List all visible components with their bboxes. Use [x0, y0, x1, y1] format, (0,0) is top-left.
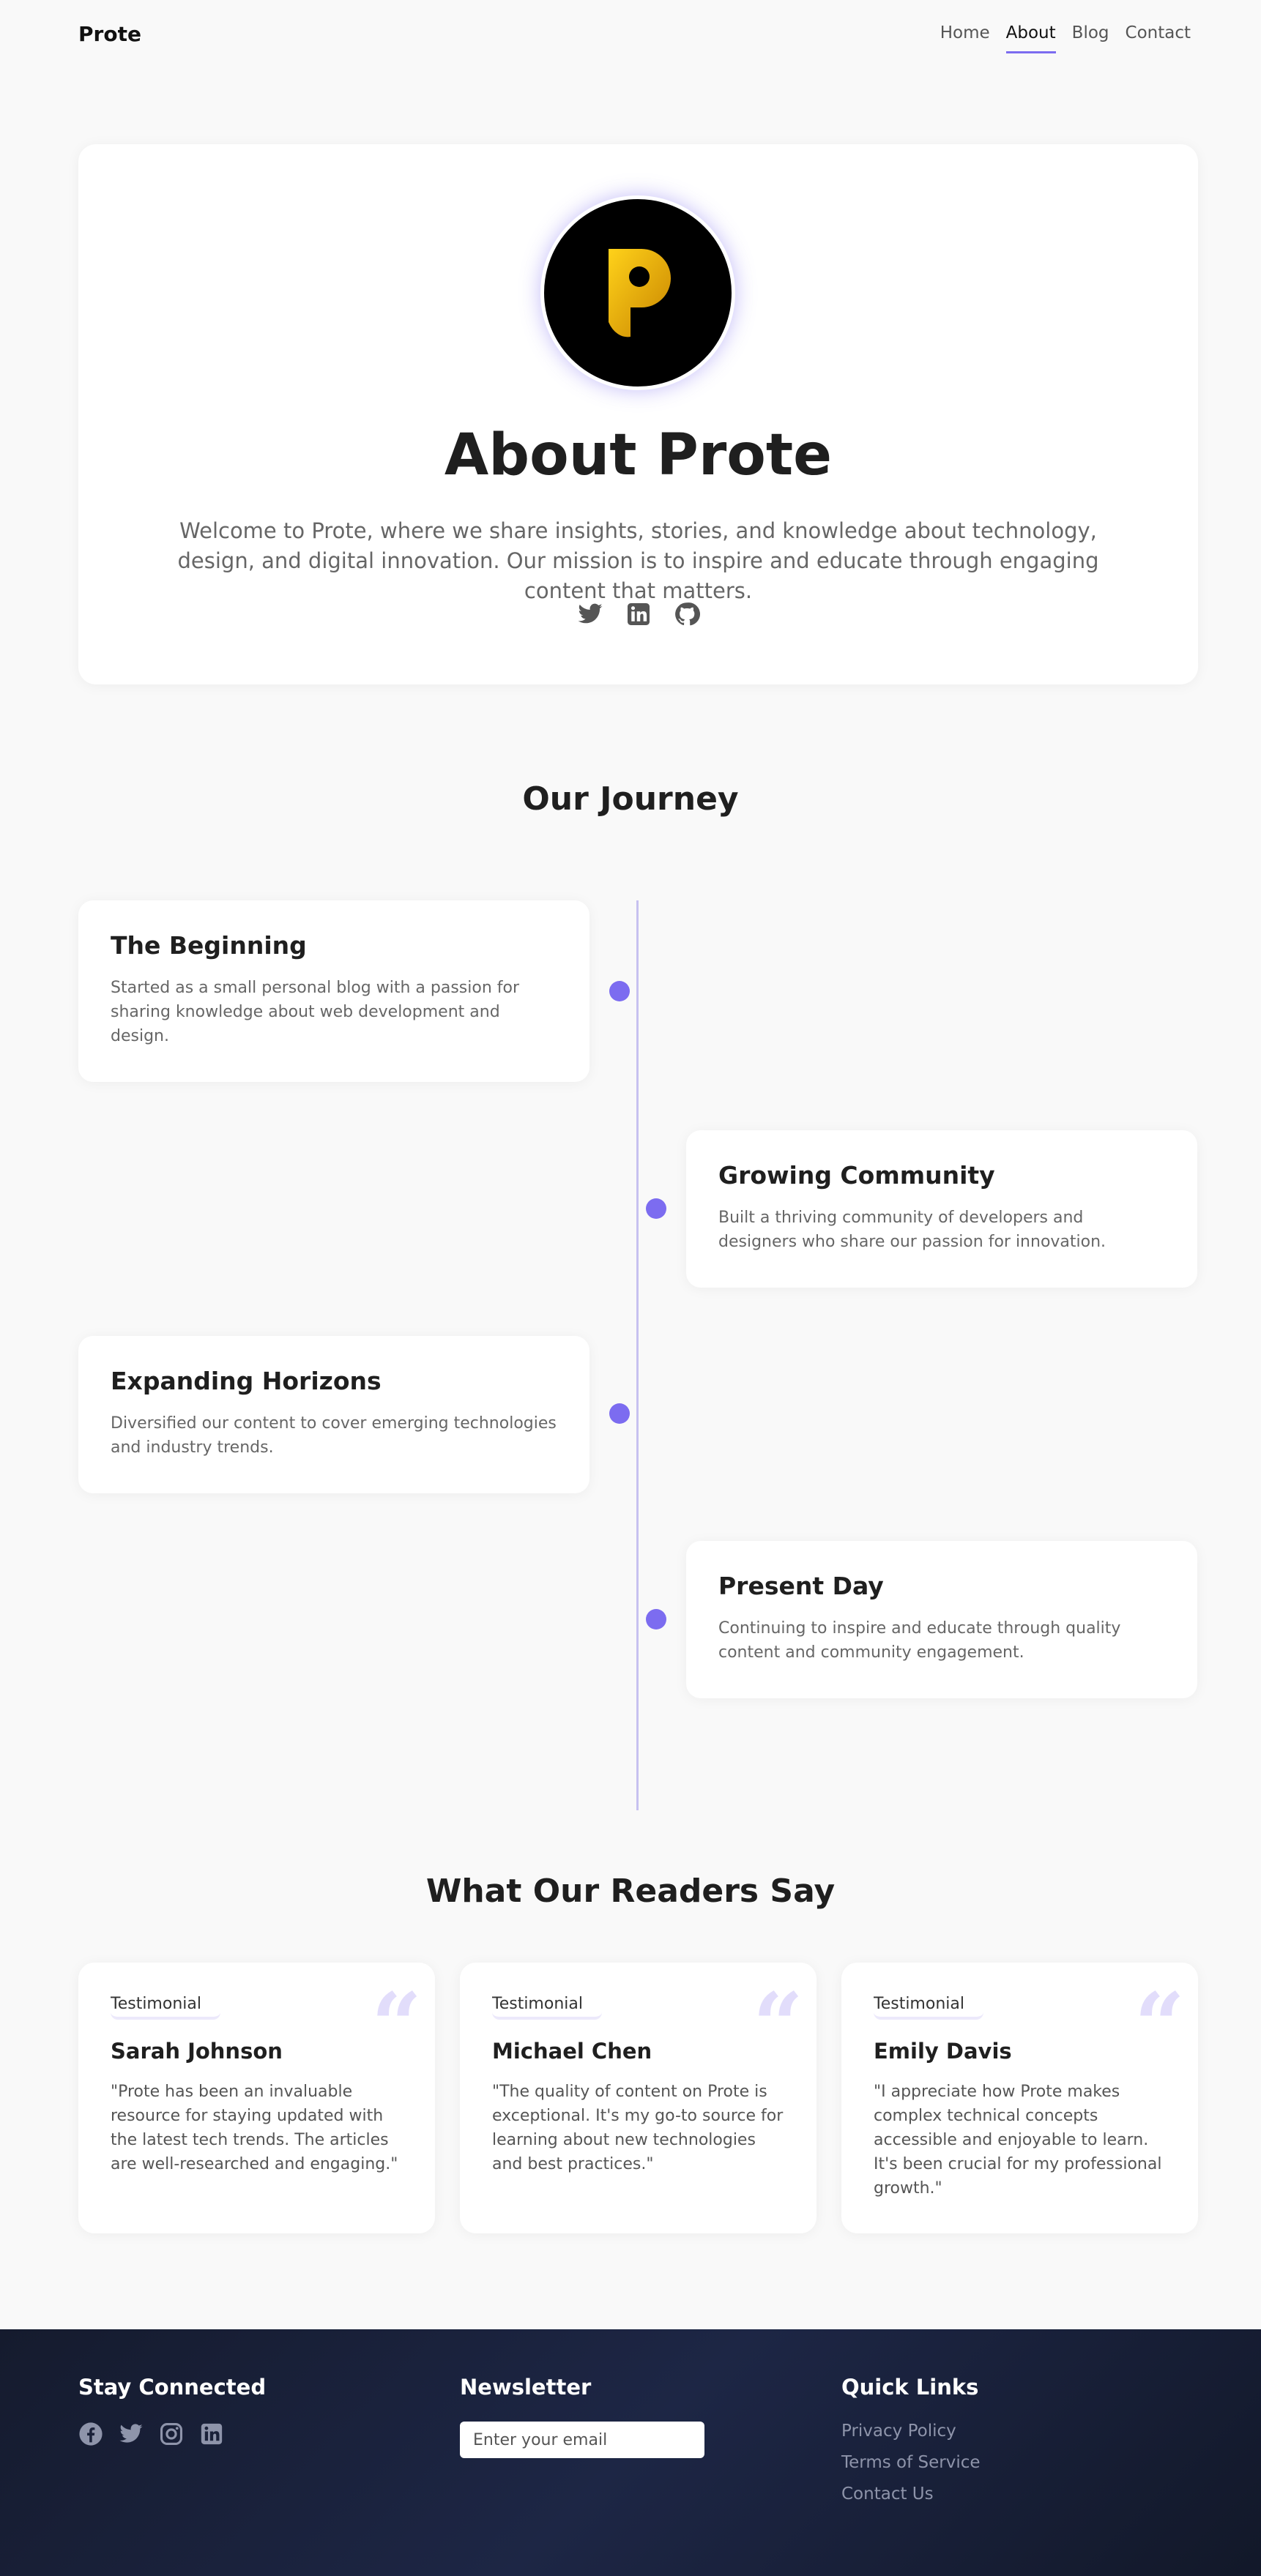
nav-about[interactable]: About — [1005, 23, 1056, 53]
newsletter-email-input[interactable] — [460, 2422, 704, 2458]
quote-icon: “ — [752, 1974, 803, 2077]
page-title: About Prote — [444, 422, 833, 488]
testimonial-name: Emily Davis — [874, 2039, 1012, 2064]
timeline-card-text: Started as a small personal blog with a … — [111, 979, 520, 1045]
testimonial-text: "I appreciate how Prote makes complex te… — [874, 2083, 1162, 2198]
timeline-card: The Beginning Started as a small persona… — [78, 900, 589, 1082]
timeline-card-text: Diversified our content to cover emergin… — [111, 1414, 557, 1457]
terms-of-service-link[interactable]: Terms of Service — [841, 2453, 981, 2472]
hero-social-links — [78, 601, 1198, 627]
linkedin-icon[interactable] — [199, 2422, 224, 2446]
linkedin-icon[interactable] — [625, 601, 652, 627]
twitter-icon[interactable] — [577, 601, 603, 627]
privacy-policy-link[interactable]: Privacy Policy — [841, 2422, 981, 2441]
testimonial-card: Testimonial “ Sarah Johnson "Prote has b… — [78, 1963, 435, 2233]
testimonial-card: Testimonial “ Emily Davis "I appreciate … — [841, 1963, 1198, 2233]
journey-section-title: Our Journey — [522, 780, 739, 818]
quote-icon: “ — [371, 1974, 422, 2077]
testimonial-name: Michael Chen — [492, 2039, 652, 2064]
nav-contact[interactable]: Contact — [1126, 23, 1191, 53]
timeline-dot — [646, 1609, 666, 1629]
footer-social-links — [78, 2422, 266, 2446]
main-nav: Home About Blog Contact — [940, 23, 1191, 53]
newsletter-title: Newsletter — [460, 2375, 592, 2400]
nav-home[interactable]: Home — [940, 23, 990, 53]
timeline-line — [636, 900, 639, 1810]
stay-connected-section: Stay Connected — [78, 2375, 266, 2446]
avatar: Testimonial — [492, 1995, 602, 2020]
quote-icon: “ — [1134, 1974, 1185, 2077]
timeline-card-title: Growing Community — [718, 1161, 995, 1190]
twitter-icon[interactable] — [119, 2422, 144, 2446]
timeline-card-text: Built a thriving community of developers… — [718, 1209, 1106, 1251]
instagram-icon[interactable] — [159, 2422, 184, 2446]
github-icon[interactable] — [674, 601, 700, 627]
site-footer: Stay Connected Newsletter Quick Links Pr… — [0, 2329, 1261, 2576]
facebook-icon[interactable] — [78, 2422, 103, 2446]
testimonial-card: Testimonial “ Michael Chen "The quality … — [460, 1963, 817, 2233]
timeline-card: Growing Community Built a thriving commu… — [686, 1130, 1197, 1288]
timeline-card-text: Continuing to inspire and educate throug… — [718, 1619, 1121, 1662]
timeline-card-title: Expanding Horizons — [111, 1367, 382, 1395]
quick-links-section: Quick Links Privacy Policy Terms of Serv… — [841, 2375, 981, 2516]
nav-blog[interactable]: Blog — [1072, 23, 1109, 53]
avatar: Testimonial — [111, 1995, 220, 2020]
avatar: Testimonial — [874, 1995, 983, 2020]
testimonial-text: "Prote has been an invaluable resource f… — [111, 2083, 398, 2173]
prote-logo — [540, 195, 735, 390]
about-description: Welcome to Prote, where we share insight… — [177, 518, 1099, 603]
stay-connected-title: Stay Connected — [78, 2375, 267, 2400]
site-header: Prote Home About Blog Contact — [0, 0, 1261, 70]
timeline-card-title: The Beginning — [111, 931, 307, 960]
timeline-dot — [609, 1403, 630, 1424]
brand-logo-text[interactable]: Prote — [78, 22, 141, 46]
about-hero-card: About Prote Welcome to Prote, where we s… — [78, 144, 1198, 684]
timeline-card: Present Day Continuing to inspire and ed… — [686, 1541, 1197, 1698]
prote-p-logo-icon — [609, 249, 671, 337]
testimonial-text: "The quality of content on Prote is exce… — [492, 2083, 784, 2173]
timeline-dot — [646, 1198, 666, 1219]
timeline-dot — [609, 981, 630, 1001]
contact-us-link[interactable]: Contact Us — [841, 2484, 981, 2504]
timeline-card: Expanding Horizons Diversified our conte… — [78, 1336, 589, 1493]
quick-links-title: Quick Links — [841, 2375, 979, 2400]
testimonial-name: Sarah Johnson — [111, 2039, 283, 2064]
newsletter-section: Newsletter — [460, 2375, 704, 2458]
timeline-card-title: Present Day — [718, 1572, 884, 1600]
testimonials-section-title: What Our Readers Say — [425, 1873, 836, 1910]
